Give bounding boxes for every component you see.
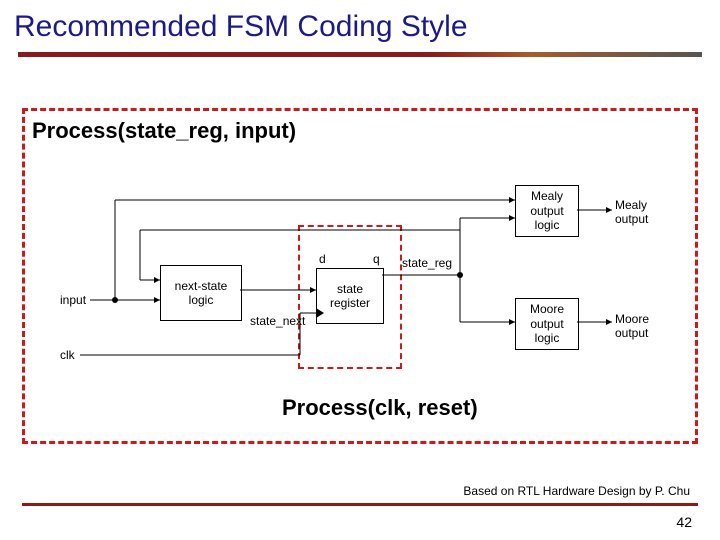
block-mealy-logic: Mealy output logic xyxy=(515,185,579,237)
block-next-state-l2: logic xyxy=(189,293,214,307)
label-input: input xyxy=(60,293,86,307)
title-underline xyxy=(18,52,702,57)
process-top-label: Process(state_reg, input) xyxy=(32,118,296,144)
label-mealy-output: Mealy output xyxy=(615,198,648,226)
label-clk: clk xyxy=(60,348,75,362)
block-mealy-l3: logic xyxy=(535,218,560,232)
label-state-next: state_next xyxy=(250,314,305,328)
label-moore-output: Moore output xyxy=(615,312,649,340)
block-moore-l3: logic xyxy=(535,331,560,345)
block-moore-l2: output xyxy=(530,317,563,331)
block-next-state-logic: next-state logic xyxy=(160,265,242,321)
slide-title: Recommended FSM Coding Style xyxy=(0,0,720,48)
footer-rule xyxy=(22,503,698,506)
footer-credit: Based on RTL Hardware Design by P. Chu xyxy=(463,484,690,498)
page-number: 42 xyxy=(676,514,692,530)
block-mealy-l2: output xyxy=(530,204,563,218)
block-register-l1: state xyxy=(337,282,363,296)
block-next-state-l1: next-state xyxy=(175,279,228,293)
block-register-l2: register xyxy=(330,296,370,310)
label-d: d xyxy=(319,252,326,266)
block-moore-logic: Moore output logic xyxy=(515,298,579,350)
label-state-reg: state_reg xyxy=(402,256,452,270)
block-state-register: state register xyxy=(316,268,384,324)
block-moore-l1: Moore xyxy=(530,302,564,316)
process-bottom-label: Process(clk, reset) xyxy=(282,395,478,421)
label-q: q xyxy=(373,252,380,266)
block-mealy-l1: Mealy xyxy=(531,189,563,203)
clock-triangle-icon xyxy=(316,308,324,318)
